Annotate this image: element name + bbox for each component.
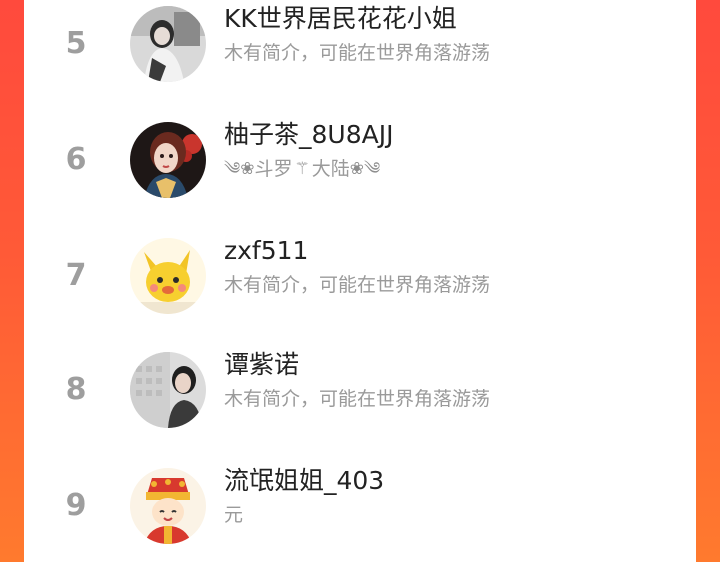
bio-text-right: 大陆 bbox=[311, 158, 350, 180]
rank-number: 5 bbox=[65, 26, 87, 61]
user-name[interactable]: KK世界居民花花小姐 bbox=[224, 2, 457, 36]
leaderboard-card: 5 KK世界居民花花小姐 木有简介，可能在世界角落游荡 6 柚子茶_8U8AJJ… bbox=[24, 0, 696, 562]
rank-number: 6 bbox=[65, 142, 87, 177]
user-name[interactable]: 谭紫诺 bbox=[224, 348, 299, 382]
user-bio: 木有简介，可能在世界角落游荡 bbox=[224, 274, 491, 296]
list-item[interactable]: 7 zxf511 木有简介，可能在世界角落游荡 bbox=[24, 226, 696, 326]
list-item[interactable]: 6 柚子茶_8U8AJJ ༄❀ 斗罗 ⚚ 大陆 ❀༄ bbox=[24, 110, 696, 210]
user-bio: 木有简介，可能在世界角落游荡 bbox=[224, 42, 491, 64]
bio-text-left: 斗罗 bbox=[254, 158, 293, 180]
ornament-icon: ༄❀ bbox=[224, 159, 255, 179]
rank-number: 9 bbox=[65, 488, 87, 523]
list-item[interactable]: 8 谭紫诺 木有简介，可能在世界角落游荡 bbox=[24, 340, 696, 440]
user-avatar-photo-icon[interactable] bbox=[130, 352, 206, 428]
user-name[interactable]: zxf511 bbox=[224, 234, 308, 268]
rank-number: 7 bbox=[65, 258, 87, 293]
user-avatar-photo-icon[interactable] bbox=[130, 6, 206, 82]
user-avatar-cartoon-icon[interactable] bbox=[130, 468, 206, 544]
list-item[interactable]: 9 流氓姐姐_403 元 bbox=[24, 456, 696, 556]
user-avatar-illustration-icon[interactable] bbox=[130, 122, 206, 198]
user-bio: ༄❀ 斗罗 ⚚ 大陆 ❀༄ bbox=[224, 155, 380, 183]
user-name[interactable]: 柚子茶_8U8AJJ bbox=[224, 118, 393, 152]
user-bio: 元 bbox=[224, 504, 244, 526]
bio-separator-icon: ⚚ bbox=[294, 159, 310, 179]
user-name[interactable]: 流氓姐姐_403 bbox=[224, 464, 384, 498]
rank-number: 8 bbox=[65, 372, 87, 407]
ornament-icon: ❀༄ bbox=[349, 159, 381, 179]
list-item[interactable]: 5 KK世界居民花花小姐 木有简介，可能在世界角落游荡 bbox=[24, 0, 696, 94]
user-bio: 木有简介，可能在世界角落游荡 bbox=[224, 388, 491, 410]
user-avatar-cartoon-icon[interactable] bbox=[130, 238, 206, 314]
